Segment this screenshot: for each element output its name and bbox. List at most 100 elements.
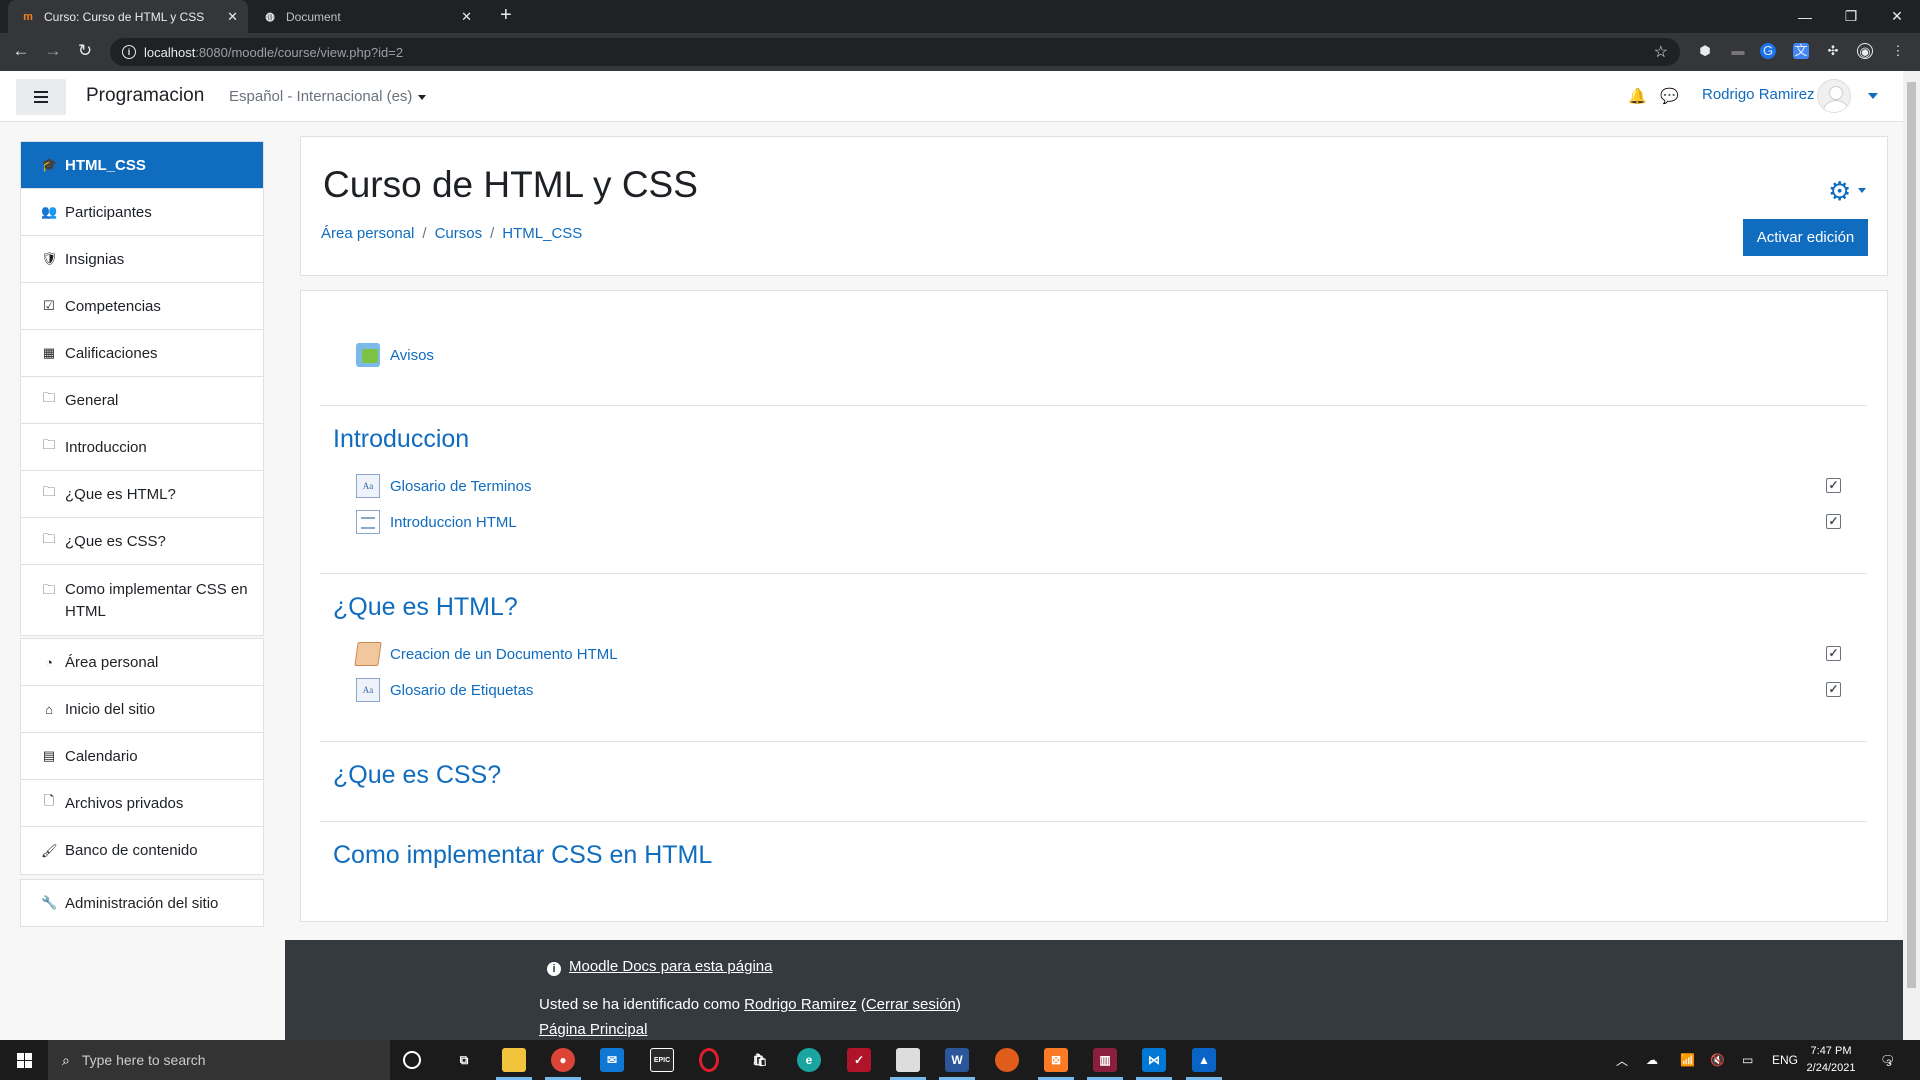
- volume-muted-icon[interactable]: 🔇: [1710, 1040, 1725, 1080]
- nav-item-insignias[interactable]: 🛡 Insignias: [21, 236, 263, 283]
- breadcrumb-html-css[interactable]: HTML_CSS: [502, 225, 582, 242]
- breadcrumb-area-personal[interactable]: Área personal: [321, 225, 414, 242]
- taskbar-clock[interactable]: 7:47 PM 2/24/2021: [1806, 1043, 1856, 1077]
- site-brand[interactable]: Programacion: [86, 85, 204, 107]
- tray-chevron-icon[interactable]: ︿: [1616, 1040, 1628, 1080]
- activity-glosario-etiquetas[interactable]: Aa Glosario de Etiquetas: [356, 678, 533, 702]
- completion-checkbox[interactable]: ✓: [1826, 478, 1841, 493]
- nav-item-como-implementar[interactable]: 🗀 Como implementar CSS en HTML: [21, 565, 263, 635]
- caret-down-icon[interactable]: [1868, 93, 1878, 99]
- new-tab-button[interactable]: +: [500, 4, 512, 27]
- activar-edicion-button[interactable]: Activar edición: [1743, 219, 1868, 256]
- section-title-que-es-css[interactable]: ¿Que es CSS?: [333, 761, 501, 790]
- close-window-button[interactable]: ✕: [1874, 0, 1920, 33]
- minimize-button[interactable]: —: [1782, 0, 1828, 33]
- nav-item-area-personal[interactable]: ◔ Área personal: [21, 639, 263, 686]
- close-tab-icon[interactable]: ✕: [461, 9, 472, 25]
- activity-introduccion-html[interactable]: Introduccion HTML: [356, 510, 517, 534]
- epic-games-icon[interactable]: EPIC: [650, 1048, 674, 1072]
- app-v-icon[interactable]: ✓: [847, 1048, 871, 1072]
- section-title-introduccion[interactable]: Introduccion: [333, 425, 469, 454]
- store-icon[interactable]: 🛍: [748, 1048, 772, 1072]
- tab-curso[interactable]: m Curso: Curso de HTML y CSS ✕: [8, 0, 248, 33]
- user-menu[interactable]: Rodrigo Ramirez: [1702, 86, 1815, 103]
- gear-icon[interactable]: ⚙: [1828, 176, 1851, 207]
- edge-icon[interactable]: e: [797, 1048, 821, 1072]
- nav-item-participantes[interactable]: 👥 Participantes: [21, 189, 263, 236]
- extension-g-icon[interactable]: G: [1760, 43, 1776, 59]
- mail-icon[interactable]: ✉: [600, 1048, 624, 1072]
- translate-icon[interactable]: 文: [1793, 43, 1809, 59]
- vscode-icon[interactable]: ⋈: [1142, 1048, 1166, 1072]
- forward-button[interactable]: →: [42, 41, 64, 61]
- nav-item-introduccion[interactable]: 🗀 Introduccion: [21, 424, 263, 471]
- logout-link[interactable]: Cerrar sesión: [866, 996, 956, 1013]
- section-title-como-implementar[interactable]: Como implementar CSS en HTML: [333, 841, 712, 870]
- word-icon[interactable]: W: [945, 1048, 969, 1072]
- nav-item-html-css[interactable]: 🎓 HTML_CSS: [21, 142, 263, 189]
- notification-center-icon[interactable]: 🗨 3: [1880, 1040, 1895, 1080]
- wrench-icon: 🔧: [41, 895, 58, 910]
- info-icon[interactable]: i: [122, 45, 136, 59]
- breadcrumb-cursos[interactable]: Cursos: [435, 225, 483, 242]
- nav-item-archivos-privados[interactable]: 🗋 Archivos privados: [21, 780, 263, 827]
- nav-item-administracion[interactable]: 🔧 Administración del sitio: [21, 880, 263, 926]
- xampp-icon[interactable]: ⊠: [1044, 1048, 1068, 1072]
- image-app-icon[interactable]: [896, 1048, 920, 1072]
- nav-item-competencias[interactable]: ☑ Competencias: [21, 283, 263, 330]
- photos-icon[interactable]: ▲: [1192, 1048, 1216, 1072]
- cortana-icon[interactable]: [403, 1051, 421, 1069]
- completion-checkbox[interactable]: ✓: [1826, 682, 1841, 697]
- language-indicator[interactable]: ENG: [1772, 1040, 1798, 1080]
- nav-item-que-es-html[interactable]: 🗀 ¿Que es HTML?: [21, 471, 263, 518]
- nav-item-calificaciones[interactable]: ▦ Calificaciones: [21, 330, 263, 377]
- home-page-link[interactable]: Página Principal: [539, 1021, 647, 1038]
- reload-button[interactable]: ↻: [74, 41, 96, 61]
- restore-button[interactable]: ❐: [1828, 0, 1874, 33]
- start-button[interactable]: [0, 1040, 48, 1080]
- nav-item-banco-contenido[interactable]: 🖌 Banco de contenido: [21, 827, 263, 874]
- menu-kebab-icon[interactable]: ⋮: [1890, 43, 1906, 59]
- battery-icon[interactable]: ▭: [1742, 1040, 1753, 1080]
- nav-item-que-es-css[interactable]: 🗀 ¿Que es CSS?: [21, 518, 263, 565]
- task-view-icon[interactable]: ⧉: [452, 1048, 476, 1072]
- bookmark-star-icon[interactable]: ☆: [1654, 42, 1668, 62]
- extension-icon[interactable]: ▬: [1730, 43, 1746, 59]
- file-explorer-icon[interactable]: [502, 1048, 526, 1072]
- address-bar[interactable]: i localhost:8080/moodle/course/view.php?…: [110, 38, 1680, 66]
- close-tab-icon[interactable]: ✕: [227, 9, 238, 25]
- page-icon: [356, 510, 380, 534]
- completion-checkbox[interactable]: ✓: [1826, 646, 1841, 661]
- postman-icon[interactable]: [995, 1048, 1019, 1072]
- nav-item-inicio-sitio[interactable]: ⌂ Inicio del sitio: [21, 686, 263, 733]
- profile-icon[interactable]: ◉: [1857, 43, 1873, 59]
- moodle-docs-link[interactable]: Moodle Docs para esta página: [569, 958, 772, 975]
- extensions-puzzle-icon[interactable]: ✣: [1825, 43, 1841, 59]
- moodle-icon: m: [23, 10, 33, 23]
- bell-icon[interactable]: 🔔: [1628, 87, 1647, 105]
- language-menu[interactable]: Español - Internacional (es): [229, 88, 427, 105]
- winrar-icon[interactable]: ▥: [1093, 1048, 1117, 1072]
- chat-bubble-icon[interactable]: 💬: [1660, 87, 1679, 105]
- chrome-icon[interactable]: ●: [551, 1048, 575, 1072]
- nav-item-calendario[interactable]: ▤ Calendario: [21, 733, 263, 780]
- footer-user-link[interactable]: Rodrigo Ramirez: [744, 996, 857, 1013]
- tab-document[interactable]: ◍ Document ✕: [250, 0, 482, 33]
- nav-item-general[interactable]: 🗀 General: [21, 377, 263, 424]
- back-button[interactable]: ←: [10, 41, 32, 61]
- opera-icon[interactable]: [699, 1048, 719, 1072]
- activity-creacion-documento[interactable]: Creacion de un Documento HTML: [354, 642, 618, 666]
- avatar[interactable]: [1817, 79, 1851, 113]
- scrollbar-thumb[interactable]: [1907, 82, 1916, 988]
- onedrive-icon[interactable]: ☁: [1646, 1040, 1658, 1080]
- taskbar-search-box[interactable]: ⌕ Type here to search: [48, 1040, 390, 1080]
- wifi-icon[interactable]: 📶: [1680, 1040, 1695, 1080]
- extension-cube-icon[interactable]: ⬢: [1697, 43, 1713, 59]
- completion-checkbox[interactable]: ✓: [1826, 514, 1841, 529]
- section-title-que-es-html[interactable]: ¿Que es HTML?: [333, 593, 518, 622]
- activity-avisos[interactable]: Avisos: [356, 343, 434, 367]
- section-divider: [320, 741, 1867, 742]
- activity-glosario-terminos[interactable]: Aa Glosario de Terminos: [356, 474, 531, 498]
- caret-down-icon[interactable]: [1858, 188, 1866, 193]
- drawer-toggle-button[interactable]: [16, 79, 66, 115]
